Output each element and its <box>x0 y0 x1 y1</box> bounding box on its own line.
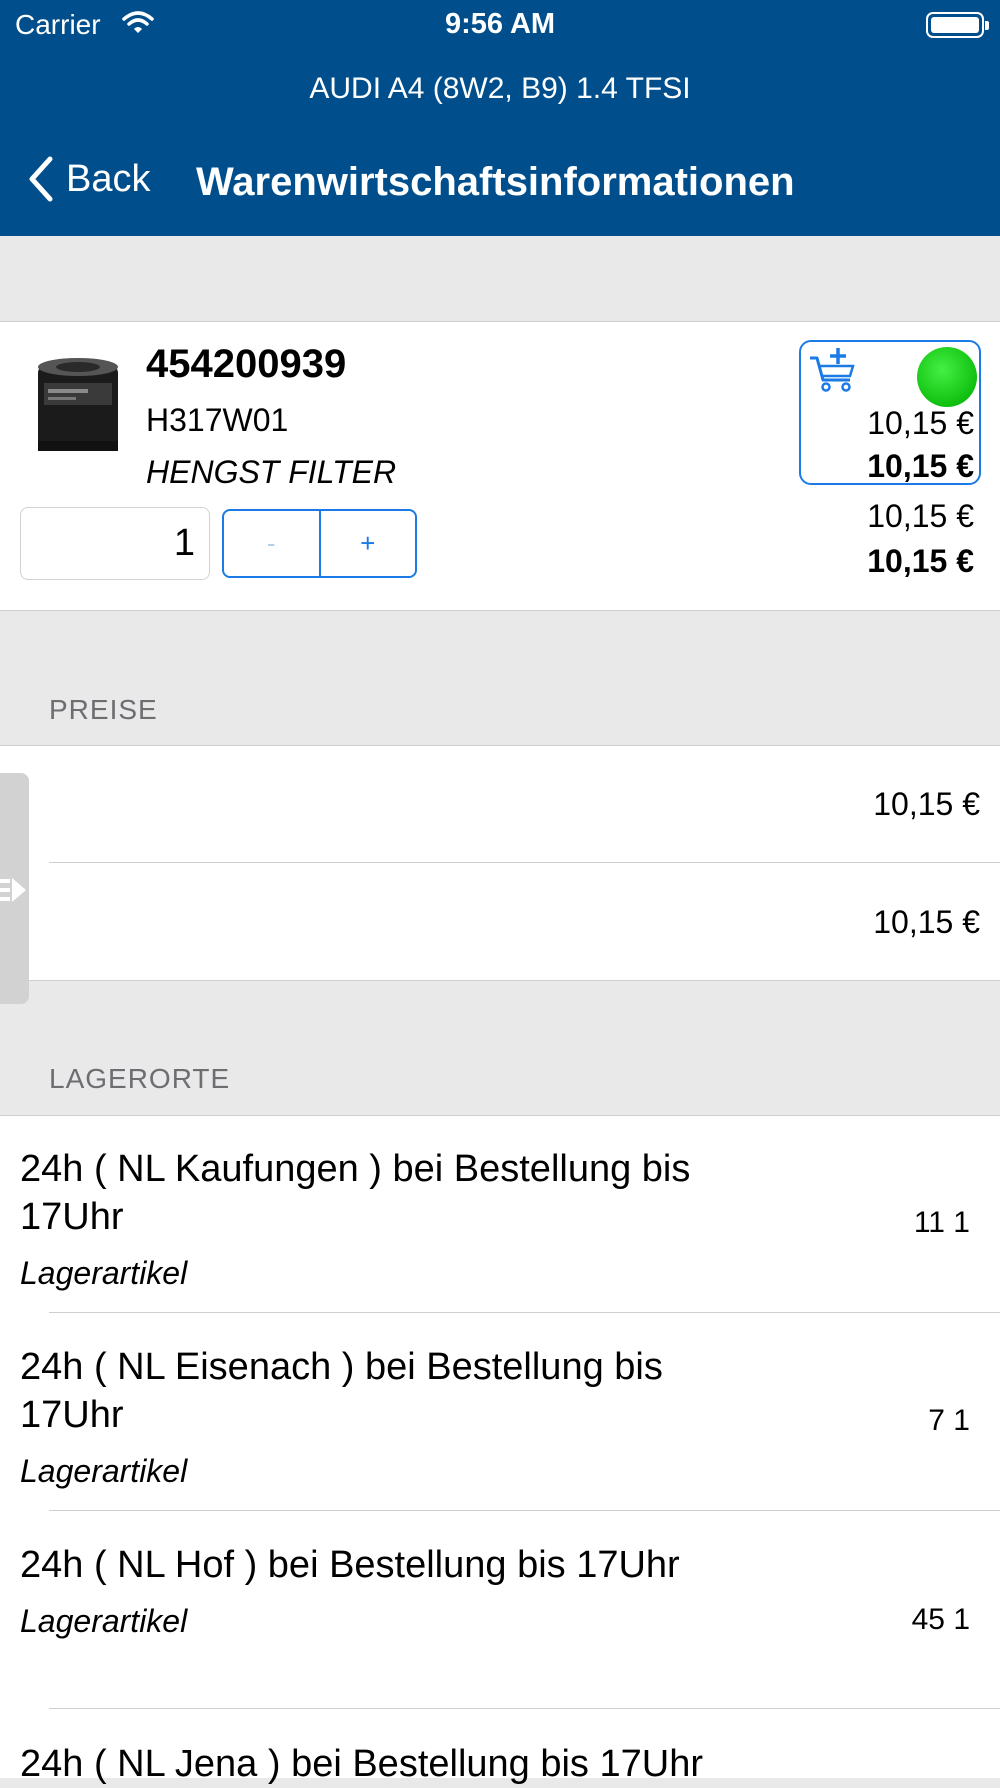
price-row-value: 10,15 € <box>873 904 980 940</box>
divider <box>0 980 1000 981</box>
divider <box>0 610 1000 611</box>
reference-number: H317W01 <box>146 402 289 438</box>
article-number: 454200939 <box>146 342 347 386</box>
divider <box>49 862 1000 863</box>
battery-icon <box>926 12 989 38</box>
location-quantity: 11 1 <box>913 1206 970 1239</box>
availability-indicator-icon <box>917 347 977 407</box>
status-bar: Carrier 9:56 AM <box>0 0 1000 50</box>
price-label: 10,15 € <box>867 498 974 534</box>
location-type: Lagerartikel <box>20 1603 188 1639</box>
location-name: 24h ( NL Kaufungen ) bei Bestellung bis … <box>20 1148 691 1238</box>
section-header-locations: LAGERORTE <box>49 1063 231 1094</box>
location-quantity: 7 1 <box>928 1404 970 1437</box>
divider <box>49 1708 1000 1709</box>
section-header-prices: PREISE <box>49 694 158 725</box>
price-label-bold: 10,15 € <box>867 543 974 579</box>
location-name: 24h ( NL Jena ) bei Bestellung bis 17Uhr <box>20 1743 703 1785</box>
back-label: Back <box>66 157 151 200</box>
product-image <box>34 355 122 455</box>
page-title: Warenwirtschaftsinformationen <box>196 160 795 204</box>
quantity-stepper[interactable]: - + <box>222 509 417 578</box>
clock: 9:56 AM <box>444 8 556 40</box>
navigation-header: Carrier 9:56 AM AUDI A4 (8W2, B9) 1.4 TF… <box>0 0 1000 236</box>
divider <box>49 1510 1000 1511</box>
back-button[interactable]: Back <box>28 156 150 202</box>
price-row-value: 10,15 € <box>873 786 980 822</box>
vehicle-subtitle: AUDI A4 (8W2, B9) 1.4 TFSI <box>309 72 691 105</box>
location-type: Lagerartikel <box>20 1453 188 1489</box>
spacer-band <box>0 236 1000 321</box>
location-name: 24h ( NL Hof ) bei Bestellung bis 17Uhr <box>20 1544 680 1586</box>
add-to-cart-icon <box>808 346 860 399</box>
quantity-input[interactable]: 1 <box>20 507 210 580</box>
chevron-left-icon <box>29 156 53 202</box>
prices-list <box>0 746 1000 980</box>
location-name: 24h ( NL Eisenach ) bei Bestellung bis 1… <box>20 1346 663 1436</box>
location-quantity: 45 1 <box>911 1603 970 1636</box>
divider <box>49 1312 1000 1313</box>
increment-button[interactable]: + <box>321 511 416 576</box>
brand-name: HENGST FILTER <box>146 454 397 490</box>
decrement-button[interactable]: - <box>224 511 321 576</box>
location-type: Lagerartikel <box>20 1255 188 1291</box>
drawer-arrow-icon <box>0 873 28 912</box>
price-label-bold: 10,15 € <box>867 448 974 484</box>
price-label: 10,15 € <box>867 405 974 441</box>
